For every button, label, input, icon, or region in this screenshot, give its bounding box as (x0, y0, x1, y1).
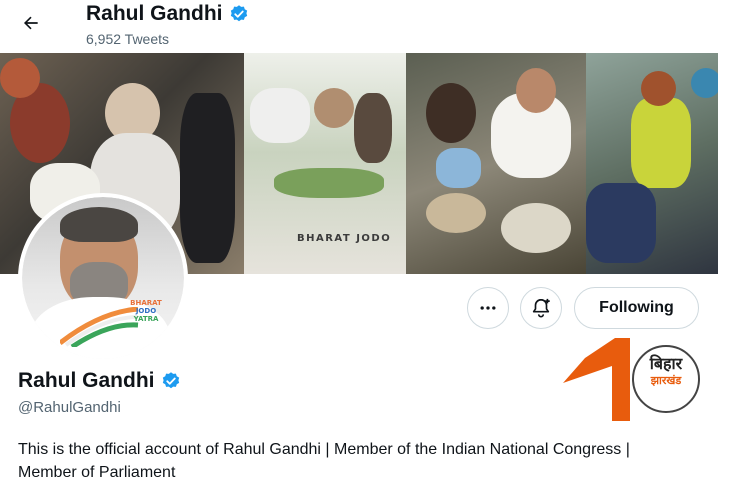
banner-photo-scooter (586, 53, 718, 274)
watermark-line-1: बिहार (649, 354, 683, 373)
header-title: Rahul Gandhi (86, 2, 249, 26)
tweet-count: 6,952 Tweets (86, 31, 170, 47)
watermark-line-2: झारखंड (650, 374, 682, 387)
profile-name: Rahul Gandhi (18, 369, 181, 393)
profile-avatar[interactable]: BHARAT JODO YATRA (18, 193, 188, 363)
profile-header: Rahul Gandhi 6,952 Tweets (0, 0, 746, 52)
avatar-photo: BHARAT JODO YATRA (22, 197, 184, 359)
following-button[interactable]: Following (574, 287, 699, 329)
verified-badge-icon (230, 5, 247, 22)
more-options-button[interactable] (467, 287, 509, 329)
bell-plus-icon (532, 298, 550, 318)
watermark-suffix: st (613, 399, 626, 415)
profile-name-text: Rahul Gandhi (18, 369, 155, 392)
header-name-text: Rahul Gandhi (86, 2, 223, 25)
more-horizontal-icon (480, 306, 496, 310)
arrow-left-icon (23, 16, 38, 30)
back-button[interactable] (14, 6, 48, 40)
notifications-button[interactable] (520, 287, 562, 329)
profile-handle: @RahulGandhi (18, 399, 121, 416)
profile-bio: This is the official account of Rahul Ga… (18, 441, 630, 479)
banner-caption: BHARAT JODO (297, 233, 392, 244)
verified-badge-icon[interactable] (161, 371, 181, 391)
banner-photo-meal (406, 53, 586, 274)
bharat-jodo-logo: BHARAT JODO YATRA (130, 299, 162, 323)
